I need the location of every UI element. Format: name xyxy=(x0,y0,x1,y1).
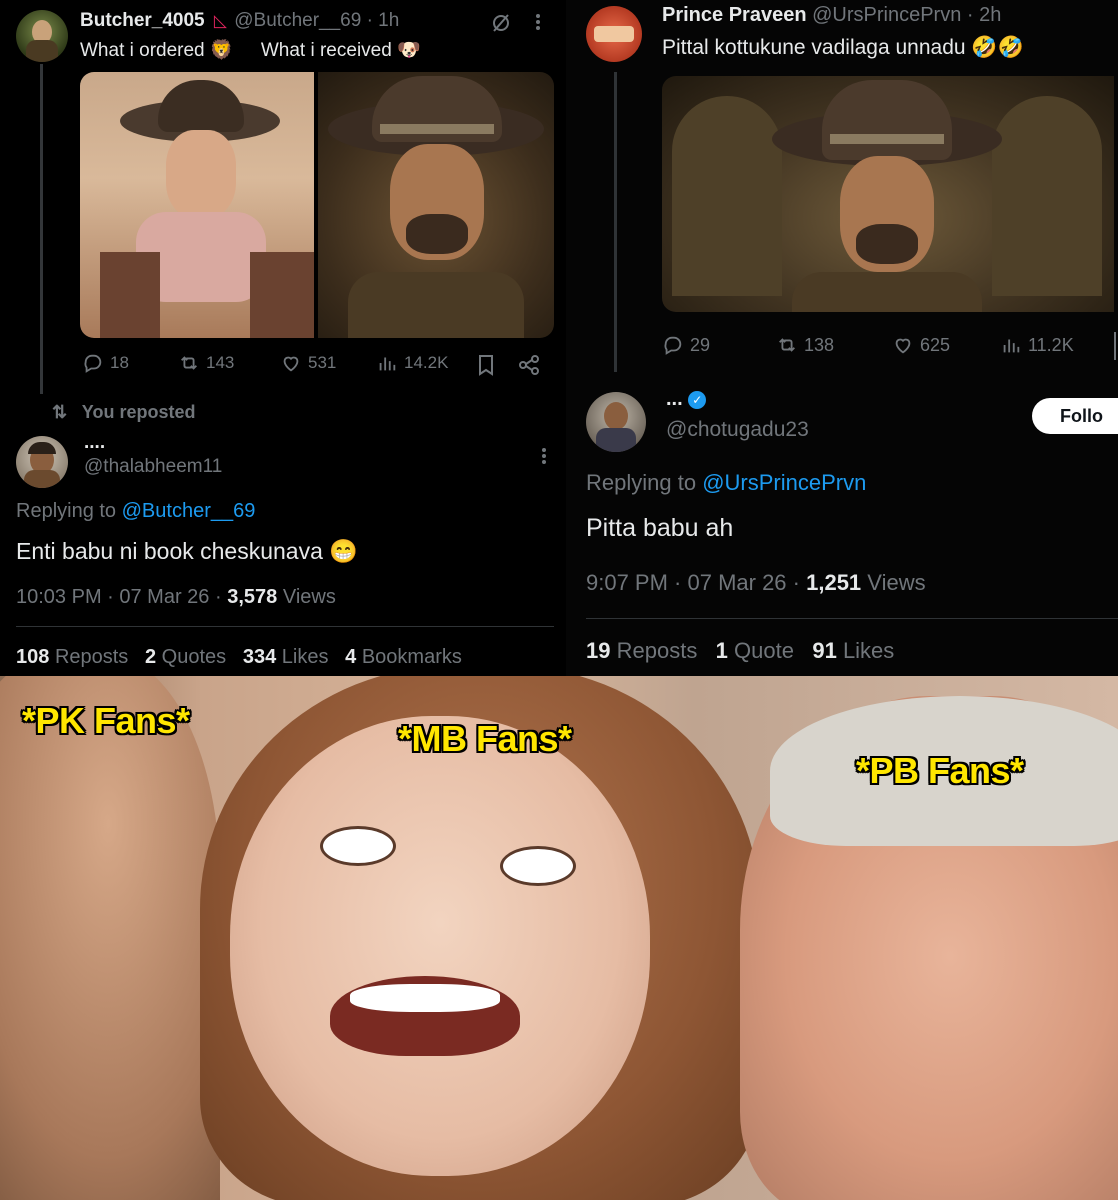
repost-icon xyxy=(779,338,795,352)
text-ordered: What i ordered xyxy=(80,40,205,61)
analytics-icon xyxy=(379,357,396,371)
reply-views-label: Views xyxy=(867,570,926,595)
left-man-figure xyxy=(0,676,220,1200)
views-action[interactable]: 14.2K xyxy=(376,352,448,374)
views-action[interactable]: 11.2K xyxy=(1000,334,1074,356)
reply-views-count: 3,578 xyxy=(227,586,278,608)
reply-icon xyxy=(664,336,682,355)
tweet-header: Prince Praveen @UrsPrincePrvn · 2h xyxy=(662,4,1001,27)
engagement-stats: 19 Reposts 1 Quote 91 Likes xyxy=(586,638,894,664)
quotes-stat[interactable]: 1 Quote xyxy=(716,638,794,663)
like-count: 531 xyxy=(308,353,337,372)
likes-stat[interactable]: 91 Likes xyxy=(812,638,894,663)
avatar[interactable] xyxy=(16,436,68,488)
repost-count: 138 xyxy=(804,334,835,355)
grok-icon[interactable] xyxy=(490,12,512,39)
lion-emoji: 🦁 xyxy=(209,40,234,61)
replying-to: Replying to @UrsPrincePrvn xyxy=(586,470,866,496)
share-icon[interactable] xyxy=(518,354,540,381)
woman-face xyxy=(230,716,650,1176)
caption-mb-fans: *MB Fans* xyxy=(398,718,572,759)
reply-time[interactable]: 10:03 PM · 07 Mar 26 · xyxy=(16,586,222,608)
divider xyxy=(586,618,1118,619)
cowboy-older-man-photo[interactable] xyxy=(318,72,554,338)
repost-small-icon: ⇅ xyxy=(52,402,68,422)
game-controller-icon: ◺ xyxy=(213,11,227,30)
replying-prefix: Replying to xyxy=(16,500,117,522)
divider xyxy=(16,626,554,627)
reply-text: Pitta babu ah xyxy=(586,514,734,542)
repost-note-text: You reposted xyxy=(81,402,196,422)
reposts-stat[interactable]: 108 Reposts xyxy=(16,646,128,668)
caption-pk-fans: *PK Fans* xyxy=(22,700,190,741)
thread-line xyxy=(40,64,43,394)
reply-handle[interactable]: @thalabheem11 xyxy=(84,456,222,478)
reply-action[interactable]: 18 xyxy=(82,352,129,374)
tweet-header: Butcher_4005 ◺ @Butcher__69 · 1h xyxy=(80,10,399,32)
repost-action[interactable]: 143 xyxy=(178,352,234,374)
like-action[interactable]: 531 xyxy=(280,352,336,374)
heart-icon xyxy=(895,338,911,354)
replying-to: Replying to @Butcher__69 xyxy=(16,500,255,523)
meme-image: *PK Fans* *MB Fans* *PB Fans* xyxy=(0,676,1118,1200)
reply-display-name[interactable]: .... xyxy=(84,432,105,454)
likes-stat[interactable]: 334 Likes xyxy=(243,646,329,668)
reply-header: ... ✓ xyxy=(666,388,707,411)
views-count: 14.2K xyxy=(404,353,449,372)
caption-pb-fans: *PB Fans* xyxy=(856,750,1024,791)
reply-views-label: Views xyxy=(282,586,336,608)
replying-handle-link[interactable]: @Butcher__69 xyxy=(122,500,256,522)
cowboy-older-man-photo[interactable] xyxy=(662,76,1114,312)
reply-meta: 9:07 PM · 07 Mar 26 · 1,251 Views xyxy=(586,570,926,596)
reply-count: 18 xyxy=(110,353,129,372)
right-screenshot-panel: Prince Praveen @UrsPrincePrvn · 2h Pitta… xyxy=(566,0,1118,676)
engagement-stats: 108 Reposts 2 Quotes 334 Likes 4 Bookmar… xyxy=(16,646,462,669)
display-name[interactable]: Prince Praveen xyxy=(662,4,807,26)
reply-meta: 10:03 PM · 07 Mar 26 · 3,578 Views xyxy=(16,586,336,609)
reply-count: 29 xyxy=(690,334,711,355)
more-icon[interactable] xyxy=(536,12,540,32)
quotes-stat[interactable]: 2 Quotes xyxy=(145,646,226,668)
heart-icon xyxy=(283,356,299,372)
more-icon[interactable] xyxy=(542,446,546,466)
verified-badge-icon: ✓ xyxy=(688,390,707,409)
tweet-text: Pittal kottukune vadilaga unnadu 🤣🤣 xyxy=(662,36,1024,59)
analytics-icon xyxy=(1003,339,1020,353)
cowboy-young-man-photo[interactable] xyxy=(80,72,314,338)
thread-line xyxy=(614,72,617,372)
text-received: What i received xyxy=(260,40,392,61)
divider xyxy=(1114,332,1116,360)
bookmarks-stat[interactable]: 4 Bookmarks xyxy=(345,646,462,668)
follow-button[interactable]: Follo xyxy=(1032,398,1118,434)
avatar[interactable] xyxy=(16,10,68,62)
like-count: 625 xyxy=(920,334,951,355)
repost-action[interactable]: 138 xyxy=(776,334,834,356)
repost-icon xyxy=(181,356,197,370)
reply-time[interactable]: 9:07 PM · 07 Mar 26 · xyxy=(586,570,800,595)
reply-display-name[interactable]: ... xyxy=(666,388,683,410)
avatar[interactable] xyxy=(586,392,646,452)
replying-handle-link[interactable]: @UrsPrincePrvn xyxy=(702,470,866,495)
handle-time[interactable]: @Butcher__69 · 1h xyxy=(234,10,399,31)
like-action[interactable]: 625 xyxy=(892,334,950,356)
handle-time[interactable]: @UrsPrincePrvn · 2h xyxy=(812,4,1001,26)
reposts-stat[interactable]: 19 Reposts xyxy=(586,638,697,663)
dog-emoji: 🐶 xyxy=(397,40,421,61)
reply-handle[interactable]: @chotugadu23 xyxy=(666,418,809,442)
reply-views-count: 1,251 xyxy=(806,570,862,595)
avatar[interactable] xyxy=(586,6,642,62)
reply-text: Enti babu ni book cheskunava 😁 xyxy=(16,538,358,564)
repost-note: ⇅ You reposted xyxy=(52,402,195,423)
views-count: 11.2K xyxy=(1028,334,1074,355)
reply-icon xyxy=(84,354,102,373)
reply-action[interactable]: 29 xyxy=(662,334,710,356)
left-screenshot-panel: Butcher_4005 ◺ @Butcher__69 · 1h What i … xyxy=(0,0,566,676)
bookmark-icon[interactable] xyxy=(476,354,496,381)
repost-count: 143 xyxy=(206,353,235,372)
replying-prefix: Replying to xyxy=(586,470,697,495)
display-name[interactable]: Butcher_4005 xyxy=(80,10,205,31)
tweet-text: What i ordered 🦁 What i received 🐶 xyxy=(80,38,421,62)
